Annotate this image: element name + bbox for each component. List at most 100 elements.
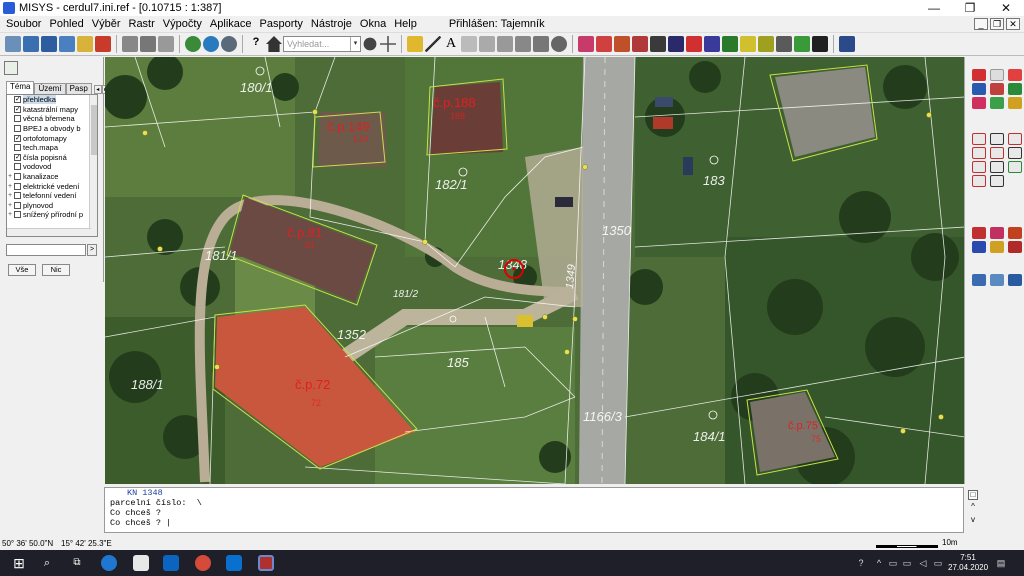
tree-vertical-scrollbar[interactable] — [89, 95, 97, 236]
measure-red-icon[interactable] — [972, 227, 986, 239]
pin-icon[interactable] — [990, 227, 1004, 239]
layer-item[interactable]: BPEJ a obvody b — [7, 124, 97, 134]
command-scroll-down-button[interactable]: v — [968, 516, 978, 526]
layer-item[interactable]: ✓ ortofotomapy — [7, 133, 97, 143]
web-map-icon[interactable] — [203, 36, 219, 52]
table-insert-icon[interactable] — [972, 161, 986, 173]
layer-checkbox[interactable] — [14, 163, 21, 171]
layer-checkbox[interactable] — [14, 125, 21, 133]
layer-item[interactable]: ✓ přehledka — [7, 95, 97, 105]
table-up-icon[interactable] — [990, 133, 1004, 145]
expand-icon[interactable]: + — [7, 211, 13, 218]
volume-icon[interactable]: ◁ — [918, 558, 928, 568]
zoom-window-icon[interactable] — [59, 36, 75, 52]
misys-taskbar-icon[interactable] — [258, 555, 274, 571]
layer-checkbox[interactable] — [14, 192, 21, 200]
table-top-icon[interactable] — [990, 175, 1004, 187]
map-canvas[interactable]: 180/1 182/1 183 1350 181/1 181/2 1352 18… — [105, 57, 964, 484]
redo-icon[interactable] — [990, 69, 1004, 81]
layer-item[interactable]: vodovod — [7, 162, 97, 172]
layer-item[interactable]: ✓ katastrální mapy — [7, 105, 97, 115]
menu-aplikace[interactable]: Aplikace — [206, 18, 256, 30]
menu-pohled[interactable]: Pohled — [45, 18, 87, 30]
layer-filter-button[interactable]: > — [87, 244, 97, 256]
print-icon[interactable] — [122, 36, 138, 52]
plus-green-icon[interactable] — [1008, 83, 1022, 95]
maximize-button[interactable]: ❐ — [952, 0, 988, 16]
layer-checkbox[interactable] — [14, 211, 21, 219]
outlook-2-icon[interactable] — [226, 555, 242, 571]
notifications-icon[interactable]: ▤ — [996, 558, 1006, 568]
battery-icon[interactable]: ▭ — [902, 558, 912, 568]
layer-item[interactable]: + telefonní vedení — [7, 191, 97, 201]
layers-icon[interactable] — [5, 36, 21, 52]
layer-item[interactable]: věcná břemena — [7, 114, 97, 124]
help-button[interactable]: ? — [248, 36, 264, 52]
app-tool-6-icon[interactable] — [668, 36, 684, 52]
minimize-button[interactable]: — — [916, 0, 952, 16]
app-tool-9-icon[interactable] — [722, 36, 738, 52]
expand-icon[interactable]: + — [7, 173, 13, 180]
layer-item[interactable]: + elektrické vedení — [7, 181, 97, 191]
network-icon[interactable]: ▭ — [888, 558, 898, 568]
outlook-icon[interactable] — [163, 555, 179, 571]
menu-vypocty[interactable]: Výpočty — [159, 18, 206, 30]
printer-icon[interactable] — [158, 36, 174, 52]
search-taskbar-icon[interactable]: ⌕ — [39, 555, 55, 571]
command-scroll-up-button[interactable]: ^ — [968, 503, 978, 513]
points-icon[interactable] — [461, 36, 477, 52]
windows-start-icon[interactable]: ⊞ — [11, 555, 27, 571]
table-green-icon[interactable] — [1008, 161, 1022, 173]
inspect-icon[interactable] — [551, 36, 567, 52]
layer-item[interactable]: ✓ čísla popisná — [7, 153, 97, 163]
select-none-button[interactable]: Nic — [42, 264, 70, 276]
app-tool-11-icon[interactable] — [758, 36, 774, 52]
curve-icon[interactable] — [990, 274, 1004, 286]
add-point-icon[interactable] — [1008, 69, 1022, 81]
mdi-minimize-button[interactable]: _ — [974, 17, 988, 30]
zoom-out-icon[interactable] — [41, 36, 57, 52]
menu-vyber[interactable]: Výběr — [88, 18, 125, 30]
app-tool-1-icon[interactable] — [578, 36, 594, 52]
layer-checkbox[interactable]: ✓ — [14, 153, 21, 161]
layer-checkbox[interactable] — [14, 182, 21, 190]
app-tool-14-icon[interactable] — [812, 36, 828, 52]
table-left-icon[interactable] — [972, 147, 986, 159]
command-window[interactable]: KN 1348 parcelní číslo: \ Co chceš ? Co … — [104, 487, 964, 533]
edge-icon[interactable] — [101, 555, 117, 571]
layer-item[interactable]: + kanalizace — [7, 172, 97, 182]
layer-item[interactable]: + snížený přírodní p — [7, 210, 97, 220]
measure-icon[interactable] — [515, 36, 531, 52]
move-icon[interactable] — [479, 36, 495, 52]
menu-soubor[interactable]: Soubor — [2, 18, 45, 30]
panel-map-icon[interactable] — [4, 61, 18, 75]
app-tool-13-icon[interactable] — [794, 36, 810, 52]
arrow-yellow-icon[interactable] — [990, 241, 1004, 253]
select-all-button[interactable]: Vše — [8, 264, 36, 276]
rotate-icon[interactable] — [972, 83, 986, 95]
chrome-icon[interactable] — [195, 555, 211, 571]
zoom-in-icon[interactable] — [23, 36, 39, 52]
open-folder-icon[interactable] — [407, 36, 423, 52]
arc-icon[interactable] — [1008, 241, 1022, 253]
close-button[interactable]: ✕ — [988, 0, 1024, 16]
layer-checkbox[interactable] — [14, 144, 21, 152]
undo-icon[interactable] — [972, 69, 986, 81]
layer-checkbox[interactable] — [14, 173, 21, 181]
app-tool-3-icon[interactable] — [614, 36, 630, 52]
table-right-icon[interactable] — [1008, 133, 1022, 145]
layer-checkbox[interactable]: ✓ — [14, 134, 21, 142]
table-split-icon[interactable] — [972, 175, 986, 187]
area-icon[interactable] — [1008, 274, 1022, 286]
hook-icon[interactable] — [1008, 227, 1022, 239]
app-tool-12-icon[interactable] — [776, 36, 792, 52]
file-explorer-icon[interactable] — [133, 555, 149, 571]
arrow-blue-icon[interactable] — [972, 241, 986, 253]
tray-expand-icon[interactable]: ^ — [874, 558, 884, 568]
map-view[interactable]: 180/1 182/1 183 1350 181/1 181/2 1352 18… — [105, 57, 964, 484]
globe-icon[interactable] — [185, 36, 201, 52]
text-icon[interactable]: A — [443, 36, 459, 52]
tab-pasporty[interactable]: Pasp — [65, 83, 92, 94]
table-red-icon[interactable] — [972, 133, 986, 145]
help-tray-icon[interactable]: ? — [856, 558, 866, 568]
